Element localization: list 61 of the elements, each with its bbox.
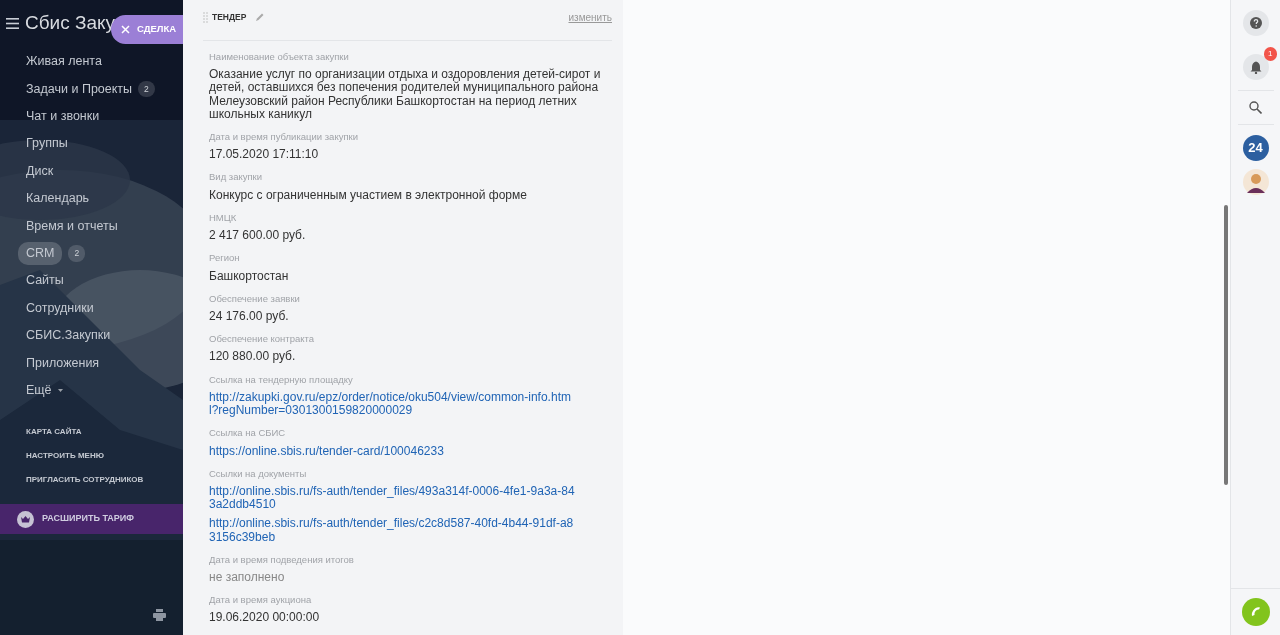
menu-item[interactable]: Задачи и Проекты bbox=[26, 79, 133, 99]
field-label: Вид закупки bbox=[209, 170, 264, 185]
help-button[interactable] bbox=[1242, 10, 1269, 36]
field-value: 120 880.00 руб. bbox=[209, 350, 297, 364]
link[interactable]: http://zakupki.gov.ru/epz/order/notice/oku504/view/common-info.html?regNumber=0301300159820000029 bbox=[209, 390, 579, 418]
field-label: Ссылка на тендерную площадку bbox=[209, 372, 354, 387]
field-value: Башкортостан bbox=[209, 269, 290, 283]
crown-icon bbox=[17, 510, 34, 528]
phone-icon bbox=[1249, 606, 1262, 618]
menu-icon[interactable] bbox=[6, 17, 19, 29]
menu-item[interactable]: СБИС.Закупки bbox=[26, 326, 111, 345]
link[interactable]: http://online.sbis.ru/fs-auth/tender_files/c2c8d587-40fd-4b44-91df-a83156c39beb bbox=[209, 517, 579, 544]
count-badge: 2 bbox=[138, 80, 155, 98]
menu-item[interactable]: Приложения bbox=[26, 353, 100, 373]
field-label: Дата и время подведения итогов bbox=[209, 552, 355, 567]
printer-icon[interactable] bbox=[153, 609, 166, 621]
menu-item[interactable]: Календарь bbox=[26, 189, 90, 208]
field-value: Конкурс с ограниченным участием в электронной форме bbox=[209, 188, 528, 202]
field-label: Ссылки на документы bbox=[209, 466, 308, 481]
sidebar-link[interactable]: НАСТРОИТЬ МЕНЮ bbox=[26, 450, 104, 463]
link[interactable]: https://online.sbis.ru/tender-card/100046233 bbox=[209, 444, 579, 458]
menu-item[interactable]: Чат и звонки bbox=[26, 107, 100, 126]
caret-icon[interactable] bbox=[57, 388, 63, 392]
field-value: не заполнено bbox=[209, 570, 286, 585]
bell-icon bbox=[1249, 60, 1262, 74]
upgrade-plan-button[interactable]: РАСШИРИТЬ ТАРИФ bbox=[0, 504, 183, 535]
menu-item[interactable]: Сайты bbox=[26, 271, 64, 291]
link[interactable]: http://online.sbis.ru/fs-auth/tender_files/493a314f-0006-4fe1-9a3a-843a2ddb4510 bbox=[209, 484, 579, 512]
field-value: 17.05.2020 17:11:10 bbox=[209, 148, 320, 162]
help-icon bbox=[1249, 17, 1262, 29]
drag-handle-icon[interactable] bbox=[203, 11, 208, 23]
menu-item[interactable]: Время и отчеты bbox=[26, 216, 118, 236]
section-title: ТЕНДЕР bbox=[212, 10, 247, 24]
close-icon bbox=[121, 25, 130, 34]
scrollbar[interactable] bbox=[1224, 205, 1228, 485]
field-label: Дата и время аукциона bbox=[209, 593, 313, 608]
sidebar-link[interactable]: ПРИГЛАСИТЬ СОТРУДНИКОВ bbox=[26, 474, 144, 487]
count-badge: 2 bbox=[68, 245, 86, 262]
menu-item[interactable]: Ещё bbox=[26, 381, 52, 400]
notification-count: 1 bbox=[1264, 47, 1277, 61]
menu-item[interactable]: Диск bbox=[26, 161, 54, 181]
field-label: Регион bbox=[209, 251, 241, 266]
field-label: Ссылка на СБИС bbox=[209, 426, 287, 441]
field-label: Наименование объекта закупки bbox=[209, 50, 350, 64]
search-icon[interactable] bbox=[1249, 101, 1262, 114]
field-value: 24 176.00 руб. bbox=[209, 310, 290, 324]
app-badge[interactable]: 24 bbox=[1242, 135, 1269, 161]
menu-item[interactable]: Сотрудники bbox=[26, 298, 94, 318]
field-value: Оказание услуг по организации отдыха и оздоровления детей-сирот и детей, оставшихся без попечения родителей муниципального района Мелеузовский район Республики Башкортостан на период летних школьных каникул bbox=[209, 68, 602, 121]
notifications-button[interactable] bbox=[1242, 54, 1269, 80]
field-label: НМЦК bbox=[209, 210, 238, 225]
field-value: 19.06.2020 00:00:00 bbox=[209, 611, 321, 625]
menu-item[interactable]: Живая лента bbox=[26, 52, 102, 72]
menu-item[interactable]: Группы bbox=[26, 134, 68, 154]
field-label: Дата и время публикации закупки bbox=[209, 130, 360, 144]
menu-item[interactable]: CRM bbox=[18, 242, 63, 265]
avatar-icon[interactable] bbox=[1242, 169, 1269, 195]
field-label: Обеспечение заявки bbox=[209, 291, 301, 306]
sidebar-link[interactable]: КАРТА САЙТА bbox=[26, 426, 82, 439]
field-label: Обеспечение контракта bbox=[209, 332, 316, 347]
field-value: 2 417 600.00 руб. bbox=[209, 229, 307, 243]
